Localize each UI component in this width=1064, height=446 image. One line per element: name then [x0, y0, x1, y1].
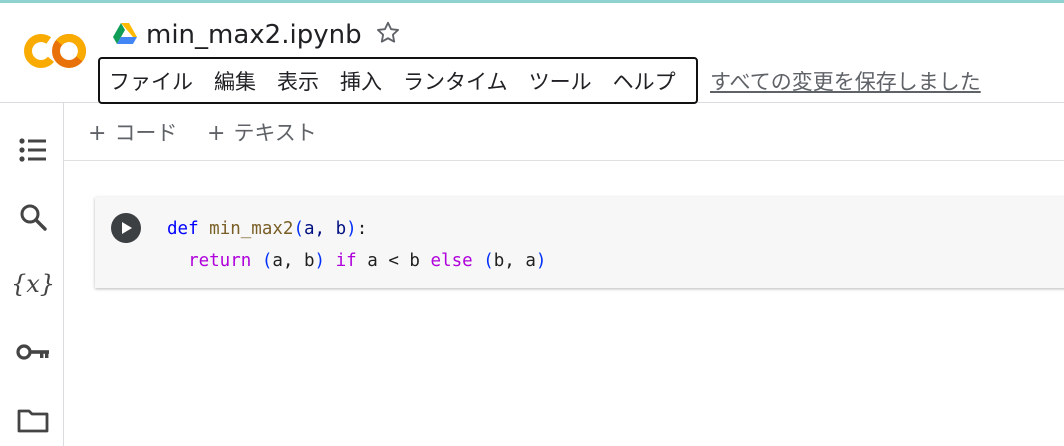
- menu-view[interactable]: 表示: [277, 66, 319, 96]
- plus-icon: +: [88, 121, 107, 146]
- table-of-contents-icon: [19, 138, 46, 162]
- left-sidebar: {x}: [0, 103, 64, 446]
- paren: ): [314, 251, 326, 271]
- paren: (: [483, 251, 494, 271]
- add-code-button[interactable]: + コード: [88, 117, 177, 147]
- search-icon: [20, 204, 47, 231]
- paren: (: [261, 251, 273, 271]
- add-text-label: テキスト: [233, 121, 317, 145]
- secrets-button[interactable]: [10, 329, 56, 375]
- google-drive-icon[interactable]: [113, 22, 137, 44]
- code-cell[interactable]: def min_max2(a, b): return (a, b) if a <…: [95, 197, 1064, 288]
- colon: :: [356, 219, 368, 239]
- keyword-else: else: [430, 251, 473, 271]
- colab-logo[interactable]: [22, 29, 88, 73]
- notebook-title[interactable]: min_max2.ipynb: [146, 17, 362, 53]
- function-name: min_max2: [209, 219, 294, 239]
- table-of-contents-button[interactable]: [10, 127, 56, 173]
- add-text-button[interactable]: + テキスト: [207, 117, 317, 147]
- menu-tools[interactable]: ツール: [529, 66, 592, 96]
- tuple: a, b: [272, 251, 315, 271]
- menu-help[interactable]: ヘルプ: [613, 66, 676, 96]
- paren: (: [293, 219, 304, 239]
- files-button[interactable]: [10, 397, 56, 443]
- notebook-toolbar: + コード + テキスト: [64, 103, 1064, 161]
- key-icon: [16, 344, 49, 360]
- search-button[interactable]: [10, 194, 56, 240]
- variables-button[interactable]: {x}: [10, 261, 56, 307]
- menu-file[interactable]: ファイル: [109, 66, 193, 96]
- keyword-def: def: [167, 219, 199, 239]
- menu-insert[interactable]: 挿入: [340, 66, 382, 96]
- parameters: a, b: [304, 219, 347, 239]
- run-cell-button[interactable]: [111, 213, 141, 243]
- menu-edit[interactable]: 編集: [214, 66, 256, 96]
- paren: ): [535, 251, 547, 271]
- cell-gutter: [95, 197, 157, 288]
- code-line-2: return (a, b) if a < b else (b, a): [167, 245, 546, 277]
- code-editor[interactable]: def min_max2(a, b): return (a, b) if a <…: [167, 213, 546, 277]
- condition: a < b: [367, 251, 420, 271]
- menu-bar: ファイル 編集 表示 挿入 ランタイム ツール ヘルプ: [98, 57, 698, 104]
- colab-window: min_max2.ipynb ファイル 編集 表示 挿入 ランタイム ツール ヘ…: [0, 0, 1064, 446]
- save-status-link[interactable]: すべての変更を保存しました: [710, 66, 981, 96]
- keyword-return: return: [188, 251, 252, 271]
- plus-icon: +: [207, 121, 226, 146]
- play-icon: [122, 222, 132, 234]
- folder-icon: [17, 409, 49, 433]
- paren: ): [346, 219, 357, 239]
- tuple: b, a: [493, 251, 536, 271]
- variables-icon: {x}: [10, 270, 56, 298]
- star-icon[interactable]: [374, 19, 402, 47]
- code-line-1: def min_max2(a, b):: [167, 213, 546, 245]
- header: min_max2.ipynb ファイル 編集 表示 挿入 ランタイム ツール ヘ…: [0, 3, 1064, 104]
- menu-runtime[interactable]: ランタイム: [403, 66, 508, 96]
- add-code-label: コード: [114, 121, 178, 145]
- keyword-if: if: [335, 251, 357, 271]
